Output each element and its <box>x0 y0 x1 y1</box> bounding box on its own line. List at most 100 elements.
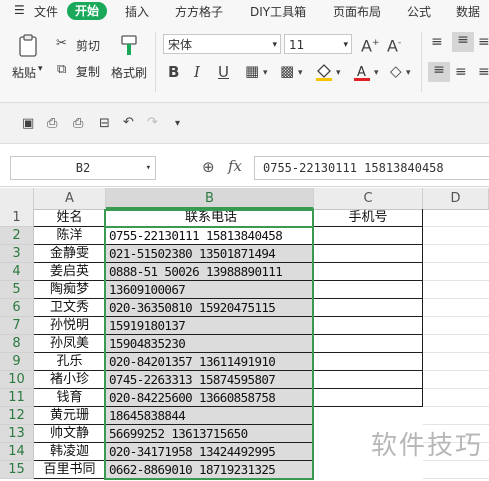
cell-d[interactable] <box>423 335 489 353</box>
preview-icon[interactable]: ⊟ <box>99 116 110 132</box>
row-header[interactable]: 6 <box>0 299 34 317</box>
column-header-b[interactable]: B <box>106 188 314 209</box>
fill-pattern-icon[interactable]: ▩ <box>280 63 294 79</box>
format-painter-icon[interactable] <box>119 34 139 58</box>
column-header-c[interactable]: C <box>314 188 423 209</box>
italic-button[interactable]: I <box>194 64 200 80</box>
cell-c[interactable] <box>314 263 423 281</box>
cell-b[interactable]: 020-84201357 13611491910 <box>106 353 314 371</box>
cell-a[interactable]: 孙凤美 <box>34 335 106 353</box>
row-header[interactable]: 10 <box>0 371 34 389</box>
function-button[interactable]: fx <box>228 157 242 175</box>
chevron-down-icon[interactable]: ▾ <box>263 65 268 81</box>
cell-d[interactable] <box>423 245 489 263</box>
row-header[interactable]: 9 <box>0 353 34 371</box>
undo-icon[interactable]: ↶ <box>123 115 134 131</box>
name-box[interactable]: B2 ▾ <box>10 156 156 180</box>
cell-c[interactable] <box>314 299 423 317</box>
align-bottom-icon[interactable]: ≡ <box>478 34 489 50</box>
row-header[interactable]: 11 <box>0 389 34 407</box>
cell-b[interactable]: 联系电话 <box>106 209 314 227</box>
cell-b[interactable]: 0745-2263313 15874595807 <box>106 371 314 389</box>
cell-a[interactable]: 钱育 <box>34 389 106 407</box>
paste-icon[interactable] <box>18 34 40 58</box>
cell-b[interactable]: 15919180137 <box>106 317 314 335</box>
cell-c[interactable] <box>314 281 423 299</box>
row-header[interactable]: 8 <box>0 335 34 353</box>
row-header[interactable]: 5 <box>0 281 34 299</box>
fill-color-icon[interactable] <box>314 62 334 82</box>
cell-a[interactable]: 姓名 <box>34 209 106 227</box>
menu-tab-data[interactable]: 数据 <box>456 3 480 20</box>
cell-b[interactable]: 020-34171958 13424492995 <box>106 443 314 461</box>
menu-tab-diy[interactable]: DIY工具箱 <box>250 3 306 20</box>
align-middle-icon[interactable]: ≡ <box>452 32 474 52</box>
cell-d[interactable] <box>423 389 489 407</box>
cell-b[interactable]: 020-84225600 13660858758 <box>106 389 314 407</box>
cell-d[interactable] <box>423 317 489 335</box>
paste-button[interactable]: 粘贴 <box>12 64 36 81</box>
cell-c[interactable] <box>314 407 423 425</box>
cell-a[interactable]: 褚小珍 <box>34 371 106 389</box>
menu-tab-page-layout[interactable]: 页面布局 <box>333 3 381 20</box>
underline-button[interactable]: U <box>218 64 229 80</box>
cell-a[interactable]: 黄元珊 <box>34 407 106 425</box>
row-header[interactable]: 14 <box>0 443 34 461</box>
cell-d[interactable] <box>423 263 489 281</box>
print-preview-icon[interactable]: ⎙ <box>47 116 57 132</box>
chevron-down-icon[interactable]: ▾ <box>336 65 341 81</box>
cell-c[interactable] <box>314 353 423 371</box>
cell-d[interactable] <box>423 407 489 425</box>
cell-b[interactable]: 18645838844 <box>106 407 314 425</box>
cell-d[interactable] <box>423 353 489 371</box>
bold-button[interactable]: B <box>168 64 179 80</box>
menu-tab-insert[interactable]: 插入 <box>125 3 149 20</box>
cell-d[interactable] <box>423 461 489 479</box>
column-header-d[interactable]: D <box>423 188 489 209</box>
font-size-select[interactable]: 11 ▾ <box>284 34 352 54</box>
print-icon[interactable]: ⎙ <box>73 116 83 132</box>
select-all-corner[interactable] <box>0 188 34 209</box>
cell-d[interactable] <box>423 281 489 299</box>
cell-a[interactable]: 韩凌迦 <box>34 443 106 461</box>
cell-a[interactable]: 孙悦明 <box>34 317 106 335</box>
cell-b[interactable]: 0888-51 50026 13988890111 <box>106 263 314 281</box>
menu-tab-home[interactable]: 开始 <box>67 2 108 20</box>
chevron-down-icon[interactable]: ▾ <box>406 65 411 81</box>
row-header[interactable]: 3 <box>0 245 34 263</box>
cell-a[interactable]: 帅文静 <box>34 425 106 443</box>
cell-c[interactable] <box>314 317 423 335</box>
cell-a[interactable]: 卫文秀 <box>34 299 106 317</box>
cell-c[interactable] <box>314 461 423 479</box>
hamburger-menu-icon[interactable]: ☰ <box>14 3 25 17</box>
copy-button[interactable]: 复制 <box>76 63 100 80</box>
format-painter-button[interactable]: 格式刷 <box>111 64 147 81</box>
align-left-icon[interactable]: ≡ <box>428 62 450 82</box>
cell-b[interactable]: 0662-8869010 18719231325 <box>106 461 314 479</box>
customize-dropdown-icon[interactable]: ▾ <box>175 116 180 132</box>
align-center-icon[interactable]: ≡ <box>455 64 467 80</box>
cell-c[interactable] <box>314 371 423 389</box>
cell-c[interactable] <box>314 227 423 245</box>
save-icon[interactable]: ▣ <box>22 116 34 132</box>
shrink-font-icon[interactable]: A- <box>387 35 401 54</box>
cell-d[interactable] <box>423 299 489 317</box>
cell-a[interactable]: 金静雯 <box>34 245 106 263</box>
menu-file[interactable]: 文件 <box>34 3 58 20</box>
cell-c[interactable] <box>314 389 423 407</box>
cell-a[interactable]: 陶痴梦 <box>34 281 106 299</box>
cell-a[interactable]: 陈洋 <box>34 227 106 245</box>
redo-icon[interactable]: ↷ <box>147 115 158 131</box>
cell-b[interactable]: 15904835230 <box>106 335 314 353</box>
menu-tab-formula[interactable]: 公式 <box>407 3 431 20</box>
cell-b[interactable]: 021-51502380 13501871494 <box>106 245 314 263</box>
row-header[interactable]: 1 <box>0 209 34 227</box>
row-header[interactable]: 15 <box>0 461 34 479</box>
row-header[interactable]: 12 <box>0 407 34 425</box>
chevron-down-icon[interactable]: ▾ <box>298 65 303 81</box>
row-header[interactable]: 2 <box>0 227 34 245</box>
zoom-search-icon[interactable]: ⊕ <box>202 158 215 176</box>
cell-a[interactable]: 孔乐 <box>34 353 106 371</box>
cell-c[interactable]: 手机号 <box>314 209 423 227</box>
cell-b[interactable]: 0755-22130111 15813840458 <box>106 227 314 245</box>
